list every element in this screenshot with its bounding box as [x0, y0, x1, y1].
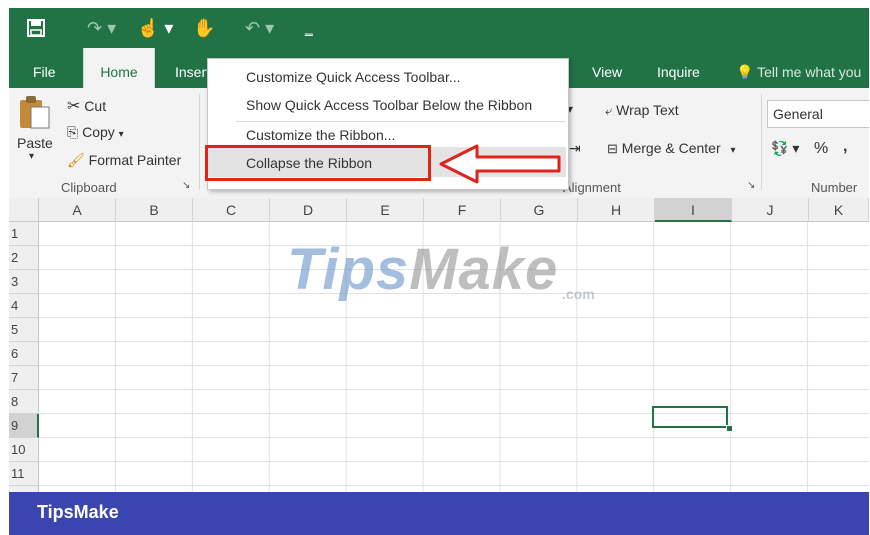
row-header-10[interactable]: 10: [9, 438, 39, 462]
column-header-a[interactable]: A: [39, 198, 116, 222]
tab-file[interactable]: File: [33, 48, 56, 88]
row-header-9[interactable]: 9: [9, 414, 39, 438]
menu-separator: [236, 121, 566, 122]
comma-style-button[interactable]: ,: [843, 138, 847, 156]
wrap-text-label: Wrap Text: [616, 102, 679, 118]
column-header-f[interactable]: F: [424, 198, 501, 222]
tab-insert[interactable]: Insert: [175, 48, 210, 88]
merge-icon: ⊟: [607, 141, 618, 156]
column-header-g[interactable]: G: [501, 198, 578, 222]
row-header-2[interactable]: 2: [9, 246, 39, 270]
active-cell[interactable]: [652, 406, 728, 428]
increase-indent-icon[interactable]: ⇥: [569, 140, 581, 157]
menu-item-show-qat-below[interactable]: Show Quick Access Toolbar Below the Ribb…: [246, 97, 532, 113]
merge-dropdown-icon[interactable]: ▾: [731, 145, 736, 156]
cut-label: Cut: [84, 98, 107, 114]
tab-inquire[interactable]: Inquire: [657, 48, 700, 88]
menu-item-customize-ribbon[interactable]: Customize the Ribbon...: [246, 127, 395, 143]
row-header-6[interactable]: 6: [9, 342, 39, 366]
row-header-4[interactable]: 4: [9, 294, 39, 318]
row-header-7[interactable]: 7: [9, 366, 39, 390]
clipboard-group-label: Clipboard: [61, 180, 117, 195]
scissors-icon: ✂: [67, 98, 81, 115]
clipboard-launcher-icon[interactable]: ↘: [182, 180, 190, 191]
group-divider: [761, 94, 762, 190]
redo-icon[interactable]: ↷ ▾: [87, 14, 116, 42]
row-header-8[interactable]: 8: [9, 390, 39, 414]
footer-brand: TipsMake: [37, 502, 119, 522]
column-header-j[interactable]: J: [732, 198, 809, 222]
copy-icon: ⎘: [67, 124, 79, 140]
menu-item-customize-qat[interactable]: Customize Quick Access Toolbar...: [246, 69, 461, 85]
column-header-d[interactable]: D: [270, 198, 347, 222]
footer-banner: TipsMake: [9, 492, 869, 535]
alignment-group-label: Alignment: [563, 180, 621, 195]
paste-label: Paste: [17, 135, 53, 151]
percent-style-button[interactable]: %: [814, 140, 828, 158]
tell-me-text: Tell me what you: [757, 64, 862, 80]
hand-icon[interactable]: ✋: [193, 14, 215, 42]
copy-button[interactable]: ⎘ Copy ▾: [67, 124, 124, 141]
watermark: TipsMake: [287, 236, 558, 303]
merge-center-button[interactable]: ⊟ Merge & Center ▾: [607, 140, 736, 157]
format-painter-label: Format Painter: [88, 152, 182, 168]
save-icon[interactable]: [27, 14, 45, 42]
tab-view[interactable]: View: [592, 48, 622, 88]
row-header-5[interactable]: 5: [9, 318, 39, 342]
column-header-c[interactable]: C: [193, 198, 270, 222]
tab-home[interactable]: Home: [83, 48, 155, 88]
row-header-11[interactable]: 11: [9, 462, 39, 486]
title-bar: ↷ ▾ ☝ ▾ ✋ ↶ ▾ ‗: [9, 8, 869, 48]
watermark-com: .com: [562, 286, 595, 302]
column-header-h[interactable]: H: [578, 198, 655, 222]
paste-dropdown-icon[interactable]: ▾: [17, 151, 53, 162]
customize-qat-dropdown-icon[interactable]: ‗: [305, 14, 313, 42]
clipboard-icon: [20, 96, 50, 129]
number-group-label: Number: [811, 180, 858, 195]
copy-label: Copy: [82, 124, 115, 140]
tell-me-box[interactable]: 💡 Tell me what you: [736, 48, 861, 88]
column-header-i[interactable]: I: [655, 198, 732, 222]
red-arrow-icon: [439, 144, 561, 184]
paste-button[interactable]: Paste ▾: [17, 94, 53, 162]
column-header-b[interactable]: B: [116, 198, 193, 222]
undo-icon[interactable]: ↶ ▾: [245, 14, 274, 42]
accounting-format-icon[interactable]: 💱 ▾: [771, 140, 799, 157]
format-painter-button[interactable]: 🖌 Format Painter: [67, 152, 181, 169]
row-header-1[interactable]: 1: [9, 222, 39, 246]
excel-window: ↷ ▾ ☝ ▾ ✋ ↶ ▾ ‗ File Home Insert View In…: [9, 8, 869, 535]
wrap-text-button[interactable]: ⤶ Wrap Text: [605, 102, 679, 119]
column-header-e[interactable]: E: [347, 198, 424, 222]
touch-mode-icon[interactable]: ☝ ▾: [137, 14, 173, 42]
merge-center-label: Merge & Center: [621, 140, 721, 156]
column-header-k[interactable]: K: [809, 198, 869, 222]
watermark-make: Make: [409, 237, 559, 302]
fill-handle[interactable]: [726, 425, 733, 432]
number-format-select[interactable]: General: [767, 100, 869, 128]
wrap-text-icon: ⤶: [605, 103, 613, 118]
row-header-3[interactable]: 3: [9, 270, 39, 294]
watermark-tips: Tips: [287, 237, 410, 302]
alignment-launcher-icon[interactable]: ↘: [747, 180, 755, 191]
copy-dropdown-icon[interactable]: ▾: [119, 129, 124, 140]
highlight-box: [205, 145, 431, 181]
paintbrush-icon: 🖌: [67, 152, 85, 168]
group-divider: [199, 94, 200, 190]
cut-button[interactable]: ✂ Cut: [67, 96, 106, 116]
select-all-corner[interactable]: [9, 198, 39, 222]
lightbulb-icon: 💡: [736, 64, 754, 80]
